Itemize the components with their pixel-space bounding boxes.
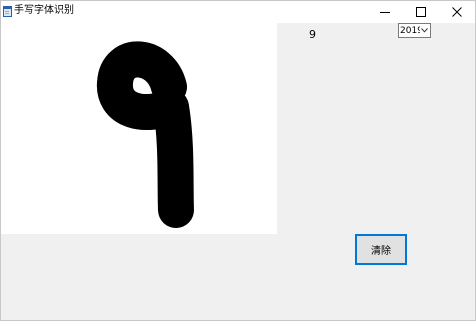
maximize-button[interactable] [403, 1, 439, 23]
minimize-icon [380, 12, 390, 13]
chevron-down-icon [421, 28, 428, 33]
clear-button[interactable]: 清除 [355, 234, 407, 265]
drawing-canvas[interactable] [1, 23, 277, 234]
year-select[interactable]: 2019 [398, 23, 431, 38]
close-button[interactable] [439, 1, 475, 23]
maximize-icon [416, 7, 426, 17]
app-form-icon [3, 6, 12, 17]
handwritten-stroke [97, 41, 194, 228]
title-bar[interactable]: 手写字体识别 [1, 1, 475, 23]
window-title: 手写字体识别 [14, 5, 74, 16]
minimize-button[interactable] [367, 1, 403, 23]
app-window: 手写字体识别 9 2019 清除 [0, 0, 476, 321]
year-select-value: 2019 [400, 26, 420, 36]
close-icon [452, 7, 462, 17]
recognition-result: 9 [309, 28, 316, 41]
